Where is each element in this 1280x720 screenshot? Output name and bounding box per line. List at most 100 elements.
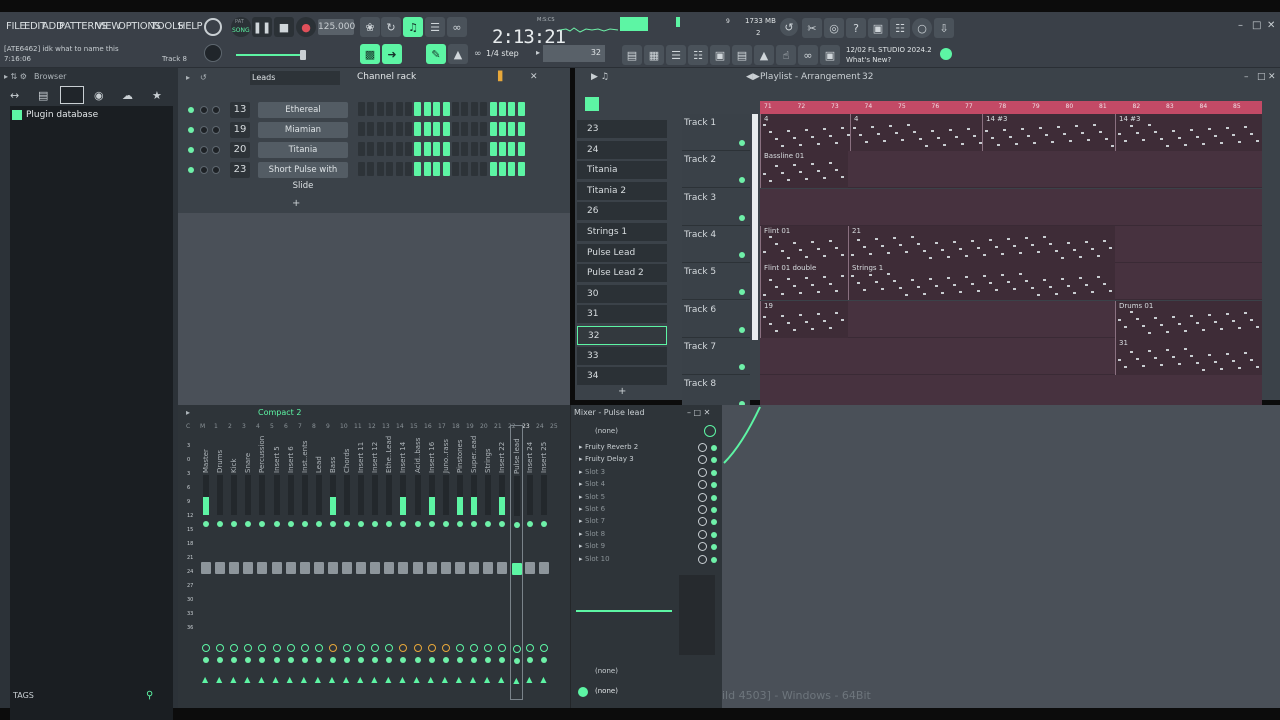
step-button[interactable] bbox=[461, 162, 469, 176]
window-maximize-icon[interactable]: □ bbox=[1252, 20, 1261, 31]
mixer-route-dot[interactable] bbox=[400, 657, 407, 663]
mixer-fader[interactable] bbox=[468, 562, 479, 574]
fx-slot[interactable]: Slot 5 bbox=[585, 493, 605, 501]
mixer-pan-knob[interactable] bbox=[230, 644, 239, 652]
step-button[interactable] bbox=[367, 122, 375, 136]
mixer-send-dot[interactable] bbox=[514, 522, 521, 528]
mixer-track[interactable]: Juno..rass ▲ bbox=[440, 425, 453, 700]
step-button[interactable] bbox=[433, 162, 441, 176]
pattern-clip[interactable]: 4 bbox=[850, 114, 982, 151]
step-button[interactable] bbox=[376, 102, 384, 116]
save-icon[interactable]: ▣ bbox=[868, 18, 888, 38]
step-button[interactable] bbox=[395, 142, 403, 156]
mixer-fader[interactable] bbox=[412, 562, 423, 574]
mixer-send-dot[interactable] bbox=[287, 521, 294, 527]
pattern-clip[interactable]: 14 #3 bbox=[982, 114, 1115, 151]
fx-slot-arrow-icon[interactable]: ▸ bbox=[579, 505, 583, 513]
channel-mixer-number[interactable]: 23 bbox=[230, 162, 250, 178]
step-button[interactable] bbox=[461, 142, 469, 156]
mixer-pan-knob[interactable] bbox=[202, 644, 210, 652]
mixer-fader[interactable] bbox=[454, 562, 465, 574]
mixer-pan-knob[interactable] bbox=[399, 644, 408, 652]
mixer-route-dot[interactable] bbox=[259, 657, 266, 663]
tempo-display[interactable]: 125.000 bbox=[318, 19, 355, 35]
add-channel-button[interactable]: + bbox=[292, 198, 300, 209]
mixer-track[interactable]: Insert 24 ▲ bbox=[524, 425, 537, 700]
mixer-fader[interactable] bbox=[440, 562, 451, 574]
mixer-route-arrow-icon[interactable]: ▲ bbox=[301, 675, 307, 684]
mixer-route-dot[interactable] bbox=[315, 657, 322, 663]
mixer-route-dot[interactable] bbox=[372, 657, 379, 663]
fx-slot[interactable]: Slot 3 bbox=[585, 468, 605, 476]
channel-knob[interactable] bbox=[212, 106, 220, 114]
mixer-fader[interactable] bbox=[271, 562, 282, 574]
pattern-item[interactable]: 26 bbox=[577, 202, 667, 222]
pattern-clip[interactable]: 31 bbox=[1115, 337, 1262, 375]
mixer-send-dot[interactable] bbox=[372, 521, 379, 527]
step-button[interactable] bbox=[517, 142, 525, 156]
search-icon[interactable]: ⚲ bbox=[146, 690, 153, 701]
pattern-item[interactable]: 31 bbox=[577, 305, 667, 325]
mixer-route-dot[interactable] bbox=[499, 657, 506, 663]
countdown-icon[interactable]: ♫ bbox=[403, 17, 423, 37]
channel-group-select[interactable]: Leads bbox=[250, 71, 340, 85]
fx-slot-arrow-icon[interactable]: ▸ bbox=[579, 493, 583, 501]
loop-record-icon[interactable]: ∞ bbox=[447, 17, 467, 37]
mixer-route-dot[interactable] bbox=[442, 657, 449, 663]
mixer-track[interactable]: Insert 5 ▲ bbox=[271, 425, 284, 700]
fx-slot-arrow-icon[interactable]: ▸ bbox=[579, 468, 583, 476]
mixer-pan-knob[interactable] bbox=[216, 644, 225, 652]
fx-mix-knob[interactable] bbox=[698, 542, 707, 552]
master-pitch-handle[interactable] bbox=[300, 50, 306, 60]
mixer-fader[interactable] bbox=[299, 562, 310, 574]
step-button[interactable] bbox=[358, 162, 365, 176]
mixer-route-arrow-icon[interactable]: ▲ bbox=[315, 675, 321, 684]
mixer-route-dot[interactable] bbox=[329, 657, 336, 663]
mixer-fader[interactable] bbox=[398, 562, 409, 574]
pattern-item[interactable]: Pulse Lead bbox=[577, 243, 667, 263]
mixer-route-arrow-icon[interactable]: ▲ bbox=[540, 675, 546, 684]
mixer-track[interactable]: Master ▲ bbox=[200, 425, 213, 700]
fx-mix-knob[interactable] bbox=[698, 529, 707, 539]
mixer-pan-knob[interactable] bbox=[357, 644, 366, 652]
pattern-nav-icon[interactable]: ▸ bbox=[536, 48, 540, 57]
plugin-db-tab[interactable] bbox=[60, 86, 84, 104]
step-button[interactable] bbox=[480, 122, 488, 136]
channel-name-button[interactable]: Short Pulse with Slide bbox=[258, 162, 348, 191]
fx-slot-arrow-icon[interactable]: ▸ bbox=[579, 542, 583, 550]
menu-help[interactable]: HELP bbox=[178, 21, 203, 32]
fx-slot[interactable]: Slot 4 bbox=[585, 480, 605, 488]
playlist-minimize-icon[interactable]: – bbox=[1244, 72, 1249, 82]
mixer-pan-knob[interactable] bbox=[540, 644, 549, 652]
mixer-fader[interactable] bbox=[525, 562, 536, 574]
stamp-icon[interactable]: ▲ bbox=[448, 44, 468, 64]
fx-mix-knob[interactable] bbox=[698, 443, 707, 452]
channel-knob[interactable] bbox=[200, 146, 208, 154]
step-button[interactable] bbox=[452, 102, 459, 116]
mixer-fader[interactable] bbox=[215, 562, 226, 574]
mixer-track[interactable]: Insert 25 ▲ bbox=[538, 425, 551, 700]
mixer-pan-knob[interactable] bbox=[371, 644, 380, 652]
step-button[interactable] bbox=[508, 102, 516, 116]
step-button[interactable] bbox=[508, 162, 516, 176]
pattern-clip[interactable]: Drums 01 bbox=[1115, 300, 1262, 338]
rack-undo-icon[interactable]: ↺ bbox=[200, 73, 207, 82]
mixer-track[interactable]: Insert 16 ▲ bbox=[426, 425, 439, 700]
mixer-pan-knob[interactable] bbox=[413, 644, 422, 652]
mixer-view-icon[interactable]: ☷ bbox=[688, 45, 708, 65]
pattern-clip[interactable]: 21 bbox=[848, 225, 1115, 263]
step-button[interactable] bbox=[395, 102, 403, 116]
step-button[interactable] bbox=[517, 162, 525, 176]
mixer-send-dot[interactable] bbox=[245, 521, 252, 527]
arrow-icon[interactable]: ➜ bbox=[382, 44, 402, 64]
step-edit-icon[interactable]: ☰ bbox=[425, 17, 445, 37]
mixer-fader[interactable] bbox=[497, 562, 508, 574]
mixer-send-dot[interactable] bbox=[217, 521, 224, 527]
step-button[interactable] bbox=[489, 102, 497, 116]
step-button[interactable] bbox=[367, 162, 375, 176]
track-mute-icon[interactable] bbox=[739, 140, 745, 146]
mixer-track[interactable]: Insert 11 ▲ bbox=[355, 425, 368, 700]
rack-close-icon[interactable]: ✕ bbox=[530, 72, 538, 82]
mixer-output-2[interactable]: (none) bbox=[595, 687, 618, 695]
mixer-track[interactable]: Bass ▲ bbox=[327, 425, 340, 700]
